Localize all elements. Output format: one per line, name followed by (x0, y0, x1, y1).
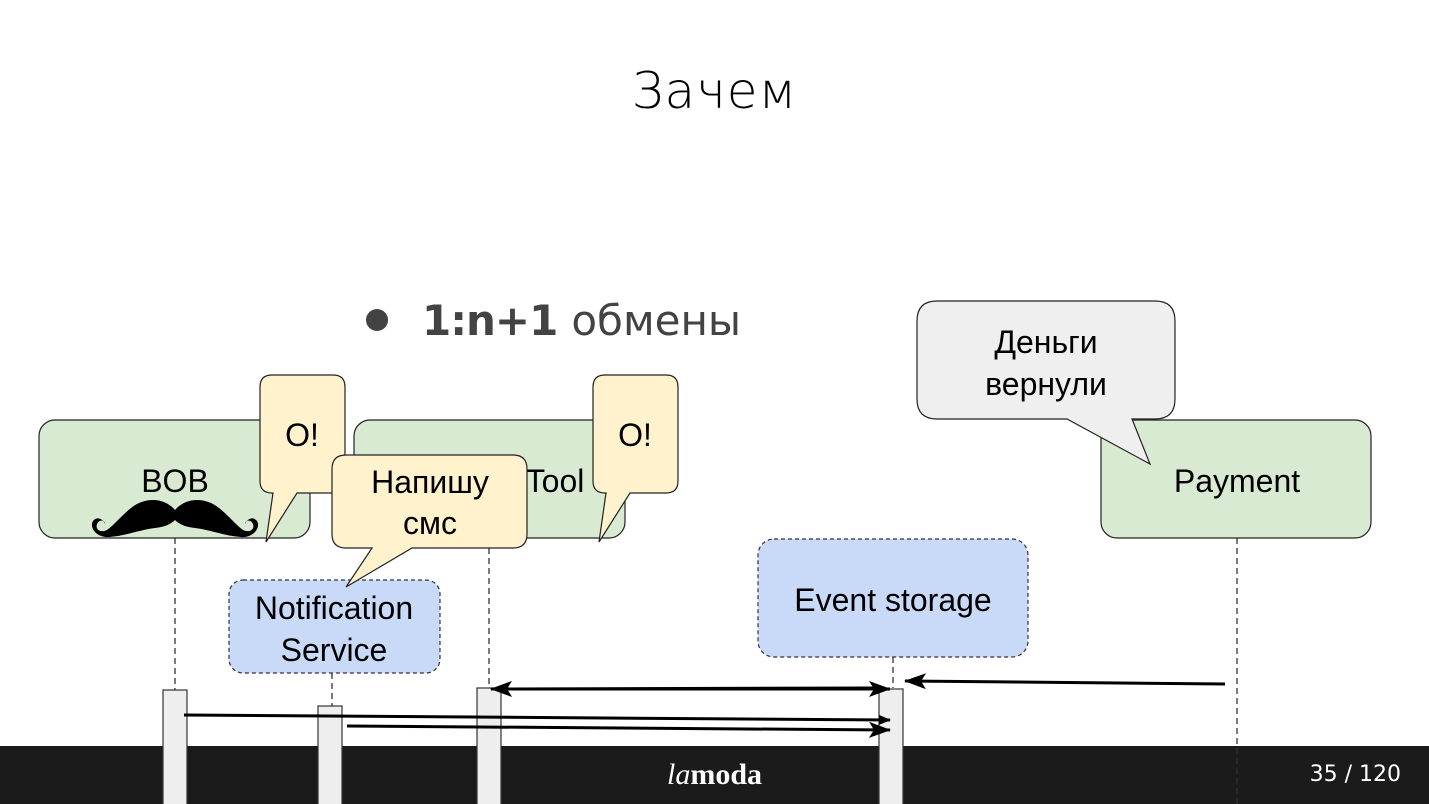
message-bob-to-event-storage (183, 713, 891, 725)
callout-tool-o: О! (592, 374, 679, 543)
participant-payment-label: Payment (1174, 463, 1300, 499)
callout-sms-line2: смс (403, 505, 457, 541)
page-counter: 35 / 120 (1309, 762, 1401, 787)
logo-italic: la (666, 758, 691, 791)
service-event-storage: Event storage (757, 538, 1029, 658)
callout-money: Деньги вернули (916, 300, 1176, 466)
callout-money-line2: вернули (985, 366, 1107, 402)
service-notification: Notification Service (228, 579, 441, 674)
service-notification-label-line2: Service (281, 632, 388, 668)
participant-bob-label: BOB (141, 463, 209, 499)
callout-tool-o-text: О! (618, 417, 652, 453)
service-notification-label-line1: Notification (255, 590, 413, 626)
callout-sms-line1: Напишу (371, 464, 489, 500)
participant-tool-label: Tool (526, 463, 585, 499)
service-event-storage-label: Event storage (794, 582, 991, 618)
message-notification-to-event-storage (346, 721, 891, 738)
logo-bold: moda (690, 758, 763, 791)
participant-payment: Payment (1100, 419, 1372, 539)
lamoda-logo: lamoda (0, 746, 1429, 804)
message-payment-to-event-storage (904, 673, 1226, 690)
callout-bob-o-text: О! (285, 417, 319, 453)
callout-sms: Напишу смс (331, 454, 528, 588)
sequence-diagram: BOB Tool Payment Notification Service Ev… (38, 300, 1372, 804)
callout-money-line1: Деньги (994, 324, 1097, 360)
